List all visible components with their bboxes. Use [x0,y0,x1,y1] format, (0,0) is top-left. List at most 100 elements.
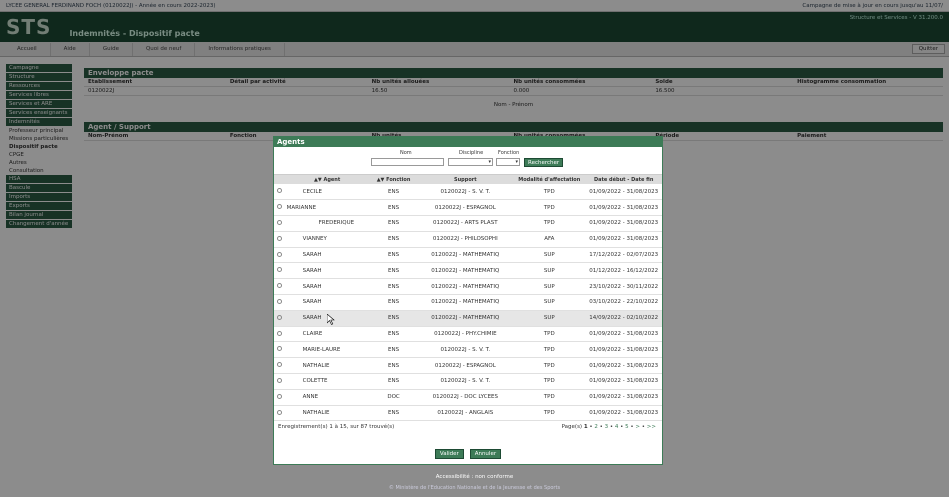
agent-radio[interactable] [276,346,282,352]
agent-dates: 01/09/2022 - 31/08/2023 [585,341,662,359]
agent-fonction: ENS [369,341,418,359]
pager-link[interactable]: > [635,424,640,430]
agent-fonction: DOC [369,389,418,406]
agent-modalite: TPD [513,373,586,390]
agent-row[interactable]: MARIE-LAURE ENS 0120022J - S. V. T. TPD 01/0… [274,341,662,359]
agent-dates: 01/09/2022 - 31/08/2023 [585,326,662,343]
agent-row[interactable]: FREDERIQUE ENS 0120022J - ARTS PLAST TPD 01/… [274,215,662,232]
agent-radio[interactable] [276,251,282,257]
agent-fonction: ENS [369,231,418,248]
agent-dates: 01/09/2022 - 31/08/2023 [585,231,662,248]
agent-modalite: TPD [513,184,586,201]
filter-nom-label: Nom [400,150,412,156]
agent-row[interactable]: SARAH ENS 0120022J - MATHEMATIQ SUP 23/10/20… [274,278,662,296]
agent-modalite: TPD [513,215,586,232]
agent-dates: 01/09/2022 - 31/08/2023 [585,199,662,217]
agent-dates: 01/09/2022 - 31/08/2023 [585,184,662,201]
pager-label: Page(s) [561,424,583,431]
agent-fonction: ENS [369,184,418,201]
agent-row[interactable]: ANNE DOC 0120022J - DOC LYCEES TPD 01/09/202… [274,389,662,406]
agent-name: VIANNEY [284,231,370,248]
agent-fonction: ENS [369,199,418,217]
pager-link[interactable]: 3 [605,424,609,430]
agent-dates: 01/09/2022 - 31/08/2023 [585,389,662,406]
agent-fonction: ENS [369,278,418,296]
agent-modalite: SUP [513,310,586,327]
agent-dates: 01/09/2022 - 31/08/2023 [585,405,662,422]
agent-fonction: ENS [369,215,418,232]
agent-row[interactable]: COLETTE ENS 0120022J - S. V. T. TPD 01/09/20… [274,373,662,390]
agent-modalite: TPD [513,341,586,359]
filter-discipline-label: Discipline [459,150,484,156]
agents-modal: Agents Nom Discipline ▾ Fonction ▾ Reche… [273,136,663,465]
agent-radio[interactable] [276,235,282,241]
agent-row[interactable]: VIANNEY ENS 0120022J - PHILOSOPHI AFA 01/09/… [274,231,662,248]
col-agent[interactable]: ▲▼ Agent [284,175,370,184]
search-button[interactable]: Rechercher [524,158,564,167]
agent-radio[interactable] [276,298,282,304]
agent-row[interactable]: NATHALIE ENS 0120022J - ANGLAIS TPD 01/09/20… [274,405,662,422]
col-fonction[interactable]: ▲▼ Fonction [369,175,418,184]
agent-radio[interactable] [276,362,282,368]
agent-radio[interactable] [276,330,282,336]
agent-radio[interactable] [276,267,282,273]
agent-dates: 01/12/2022 - 16/12/2022 [585,262,662,280]
pager-link[interactable]: 5 [625,424,629,430]
agent-row[interactable]: CECILE ENS 0120022J - S. V. T. TPD 01/09/202… [274,184,662,201]
pager-link[interactable]: 4 [615,424,619,430]
agent-support: 0120022J - MATHEMATIQ [417,262,514,280]
modal-pager: Enregistrement(s) 1 à 15, sur 87 trouvé(… [274,421,662,433]
agent-fonction: ENS [369,373,418,390]
cancel-button[interactable]: Annuler [469,449,502,459]
agent-support: 0120022J - MATHEMATIQ [417,294,514,311]
validate-button[interactable]: Valider [434,449,464,459]
agent-radio[interactable] [276,283,282,289]
agent-radio[interactable] [276,393,282,399]
agent-fonction: ENS [369,262,418,280]
agent-name: SARAH [284,262,370,280]
agent-radio[interactable] [276,409,282,415]
footer: Accessibilité : non conforme © Ministère… [0,474,949,491]
agent-dates: 23/10/2022 - 30/11/2022 [585,278,662,296]
agent-name: FREDERIQUE [284,215,370,232]
agent-radio[interactable] [276,377,282,383]
agent-modalite: TPD [513,199,586,217]
agent-support: 0120022J - PHILOSOPHI [417,231,514,248]
agent-radio[interactable] [276,204,282,210]
pager-link[interactable]: >> [647,424,656,430]
agent-row[interactable]: CLAIRE ENS 0120022J - PHY.CHIMIE TPD 01/09/2… [274,326,662,343]
agent-row[interactable]: SARAH ENS 0120022J - MATHEMATIQ SUP 17/12/20… [274,247,662,264]
agent-fonction: ENS [369,357,418,375]
agent-dates: 03/10/2022 - 22/10/2022 [585,294,662,311]
agent-modalite: TPD [513,405,586,422]
agent-name: MARIANNE [284,199,370,217]
agent-support: 0120022J - ESPAGNOL [417,199,514,217]
agent-row[interactable]: NATHALIE ENS 0120022J - ESPAGNOL TPD 01/09/2… [274,357,662,375]
agent-fonction: ENS [369,294,418,311]
agent-radio[interactable] [276,219,282,225]
agent-support: 0120022J - ESPAGNOL [417,357,514,375]
agent-support: 0120022J - MATHEMATIQ [417,310,514,327]
agent-modalite: SUP [513,247,586,264]
agent-filter-bar: Nom Discipline ▾ Fonction ▾ Rechercher [274,147,662,175]
modal-actions: Valider Annuler [274,449,662,459]
col-support: Support [417,175,514,184]
agent-radio[interactable] [276,188,282,194]
pager-current: 1 [583,424,588,431]
agent-name: NATHALIE [284,357,370,375]
col-modalite: Modalité d'affectation [513,175,586,184]
agent-radio[interactable] [276,314,282,320]
agent-modalite: TPD [513,326,586,343]
filter-fonction-select[interactable]: ▾ [496,158,520,166]
filter-discipline-select[interactable]: ▾ [448,158,493,166]
agent-name: NATHALIE [284,405,370,422]
agent-row[interactable]: SARAH ENS 0120022J - MATHEMATIQ SUP 03/10/20… [274,294,662,311]
filter-nom-input[interactable] [371,158,444,166]
agent-name: SARAH [284,247,370,264]
accessibility-note: Accessibilité : non conforme [435,474,514,480]
agent-row[interactable]: MARIANNE ENS 0120022J - ESPAGNOL TPD 01/09/2… [274,199,662,217]
pager-link[interactable]: 2 [594,424,598,430]
agent-dates: 14/09/2022 - 02/10/2022 [585,310,662,327]
agent-name: COLETTE [284,373,370,390]
agent-row[interactable]: SARAH ENS 0120022J - MATHEMATIQ SUP 01/12/20… [274,262,662,280]
